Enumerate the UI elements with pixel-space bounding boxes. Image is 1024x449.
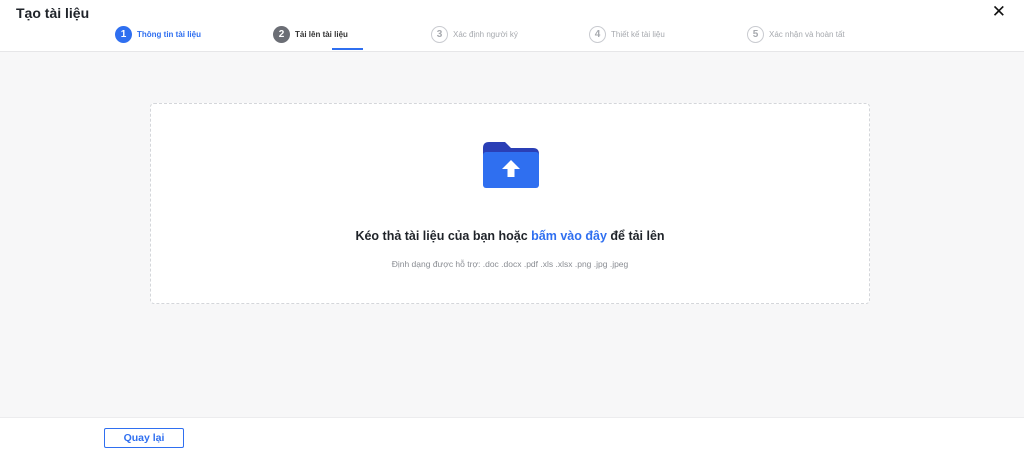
step-3-number: 3	[431, 25, 448, 43]
upload-text-after: để tải lên	[606, 229, 665, 243]
close-icon[interactable]: ✕	[992, 3, 1006, 21]
current-step-indicator	[332, 48, 363, 50]
upload-instruction: Kéo thả tài liệu của bạn hoặc bấm vào đâ…	[151, 229, 869, 243]
step-4-number: 4	[589, 25, 606, 43]
header-bar: Tạo tài liệu ✕ 1 Thông tin tài liệu 2 Tả…	[0, 0, 1024, 52]
footer-bar: Quay lại	[0, 417, 1024, 449]
step-5-number: 5	[747, 25, 764, 43]
step-2[interactable]: 2 Tải lên tài liệu	[273, 24, 348, 44]
upload-click-link[interactable]: bấm vào đây	[531, 229, 607, 243]
folder-upload-icon	[483, 142, 539, 188]
supported-formats: Định dạng được hỗ trợ: .doc .docx .pdf .…	[391, 259, 629, 269]
step-3: 3 Xác định người ký	[431, 24, 518, 44]
upload-dropzone[interactable]: Kéo thả tài liệu của bạn hoặc bấm vào đâ…	[150, 103, 870, 304]
step-1-label: Thông tin tài liệu	[137, 29, 201, 39]
step-4-label: Thiết kế tài liệu	[611, 29, 665, 39]
step-2-number: 2	[273, 25, 290, 43]
page-title: Tạo tài liệu	[16, 5, 90, 21]
step-5-label: Xác nhận và hoàn tất	[769, 29, 845, 39]
step-1[interactable]: 1 Thông tin tài liệu	[115, 24, 201, 44]
step-5: 5 Xác nhận và hoàn tất	[747, 24, 845, 44]
step-2-label: Tải lên tài liệu	[295, 29, 348, 39]
back-button[interactable]: Quay lại	[104, 428, 184, 448]
step-4: 4 Thiết kế tài liệu	[589, 24, 665, 44]
upload-text-before: Kéo thả tài liệu của bạn hoặc	[355, 229, 532, 243]
step-1-number: 1	[115, 25, 132, 43]
step-3-label: Xác định người ký	[453, 29, 518, 39]
